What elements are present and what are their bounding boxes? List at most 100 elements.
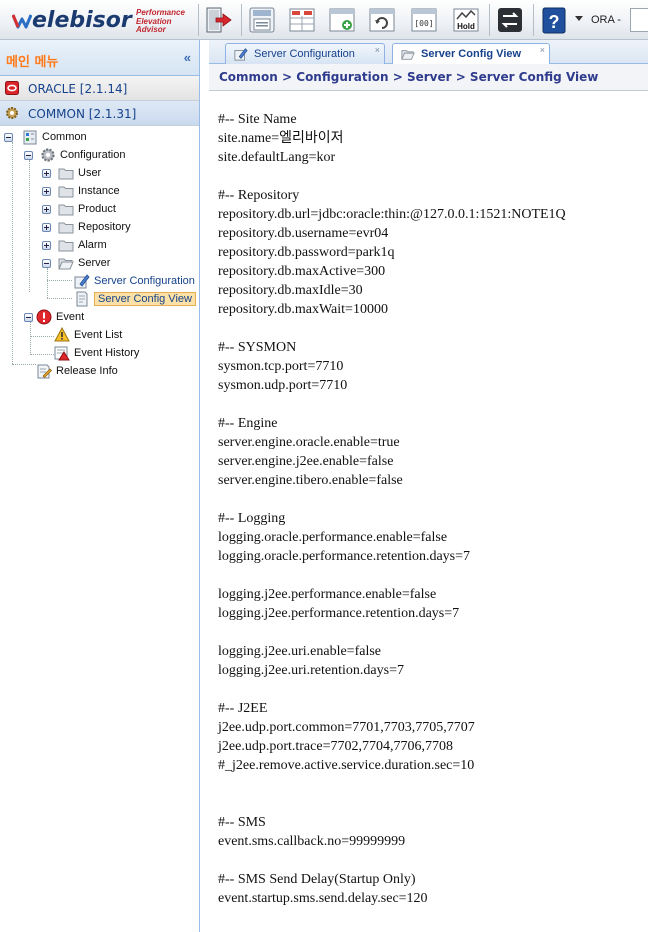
toolbar-separator [533,4,534,36]
tree-node-product[interactable]: Product [58,200,116,218]
close-icon[interactable]: × [540,45,545,55]
logo-word: elebisor [32,8,132,33]
tree-node-release-info[interactable]: Release Info [36,362,118,380]
config-line: #-- Logging [218,511,286,526]
main-toolbar: elebisor Performance Elevation Advisor [… [0,0,648,40]
tree-node-label: Common [42,131,87,143]
tree-connector [30,321,31,355]
collapse-icon[interactable]: « [184,50,191,65]
add-screen-button[interactable] [327,5,357,35]
hold-label: Hold [457,22,475,31]
tab-server-configuration[interactable]: Server Configuration × [225,43,385,64]
help-button[interactable]: ? [539,5,569,35]
hold-button[interactable]: Hold [451,5,481,35]
breadcrumb-text: Common > Configuration > Server > Server… [219,70,599,84]
tree-node-event[interactable]: Event [36,308,84,326]
toolbar-separator [198,4,199,36]
tree-node-label: Configuration [60,149,126,161]
config-line [218,623,648,642]
config-line: logging.j2ee.uri.retention.days=7 [218,663,404,678]
counter-button[interactable]: [00] [409,5,439,35]
tree-node-label: Server Configuration [94,275,195,287]
accordion-oracle[interactable]: ORACLE [2.1.14] [0,76,199,101]
tree-connector [30,336,54,337]
expand-toggle-icon[interactable] [42,169,51,178]
tree-node-repository[interactable]: Repository [58,218,131,236]
grid-config-icon [289,8,315,32]
collapse-toggle-icon[interactable] [42,259,51,268]
config-line: site.defaultLang=kor [218,150,336,165]
tree-connector [47,298,72,299]
config-line: j2ee.udp.port.trace=7702,7704,7706,7708 [218,739,453,754]
db-selector-label[interactable]: ORA - [591,14,621,26]
logo-mark-icon [12,14,32,29]
folder-icon [58,168,74,180]
switch-button[interactable] [495,5,525,35]
expand-toggle-icon[interactable] [42,241,51,250]
tree-node-label: User [78,167,102,179]
tab-label: Server Configuration [254,48,355,60]
config-line: server.engine.oracle.enable=true [218,435,400,450]
config-line: #-- SYSMON [218,340,297,355]
help-icon: ? [542,7,566,34]
config-line: sysmon.tcp.port=7710 [218,359,344,374]
tree-node-event-history[interactable]: Event History [54,344,139,362]
config-view: #-- Site Name site.name=엘리바이저 site.default… [209,92,648,932]
folder-icon [58,204,74,216]
config-line: #-- SMS Send Delay(Startup Only) [218,872,416,887]
config-line [218,794,648,813]
config-line [218,490,648,509]
chevron-down-icon[interactable] [575,16,583,21]
collapse-toggle-icon[interactable] [24,313,33,322]
tree-connector [12,364,36,365]
accordion-common[interactable]: COMMON [2.1.31] [0,101,199,126]
refresh-icon [369,8,395,32]
tree-node-instance[interactable]: Instance [58,182,120,200]
config-line: logging.j2ee.uri.enable=false [218,644,382,659]
tree-node-label: Event [56,311,85,323]
folder-icon [58,222,74,234]
expand-toggle-icon[interactable] [42,223,51,232]
config-line: logging.oracle.performance.retention.day… [218,549,471,564]
expand-toggle-icon[interactable] [42,205,51,214]
collapse-toggle-icon[interactable] [24,151,33,160]
menu-tree: Common Configuration User Instance Produ… [0,126,199,906]
alert-icon [36,309,52,325]
tree-node-configuration[interactable]: Configuration [40,146,125,164]
add-screen-icon [329,8,355,32]
save-button[interactable] [247,5,277,35]
config-line: repository.db.maxIdle=30 [218,283,363,298]
config-line: repository.db.maxWait=10000 [218,302,388,317]
expand-toggle-icon[interactable] [42,187,51,196]
logo-tagline: Performance Elevation Advisor [136,8,185,34]
tree-node-alarm[interactable]: Alarm [58,236,107,254]
grid-config-button[interactable] [287,5,317,35]
tab-server-config-view[interactable]: Server Config View × [392,43,550,65]
config-line [218,319,648,338]
db-selector-input[interactable] [630,8,648,32]
tree-node-server-configuration[interactable]: Server Configuration [74,272,195,290]
tree-node-server-config-view[interactable]: Server Config View [74,290,196,308]
tree-node-event-list[interactable]: Event List [54,326,122,344]
refresh-button[interactable] [367,5,397,35]
warning-icon [54,327,70,342]
collapse-toggle-icon[interactable] [4,133,13,142]
close-icon[interactable]: × [375,45,380,55]
config-line [218,775,648,794]
logout-button[interactable] [203,5,233,35]
folder-icon [58,186,74,198]
counter-icon: [00] [411,8,437,32]
settings-edit-icon [234,48,248,61]
tree-connector [47,280,72,281]
config-line: #-- Engine [218,416,278,431]
main-menu-panel: 메인 메뉴 « ORACLE [2.1.14] COMMON [2.1.31] [0,40,200,932]
accordion-oracle-label: ORACLE [2.1.14] [28,82,128,96]
tree-node-label: Event List [74,329,123,341]
oracle-icon [5,81,19,95]
tree-node-user[interactable]: User [58,164,101,182]
content-panel: Server Configuration × Server Config Vie… [209,40,648,932]
config-line: logging.j2ee.performance.enable=false [218,587,437,602]
tree-node-common[interactable]: Common [22,128,87,146]
config-line: #-- J2EE [218,701,268,716]
tree-node-server[interactable]: Server [58,254,110,272]
